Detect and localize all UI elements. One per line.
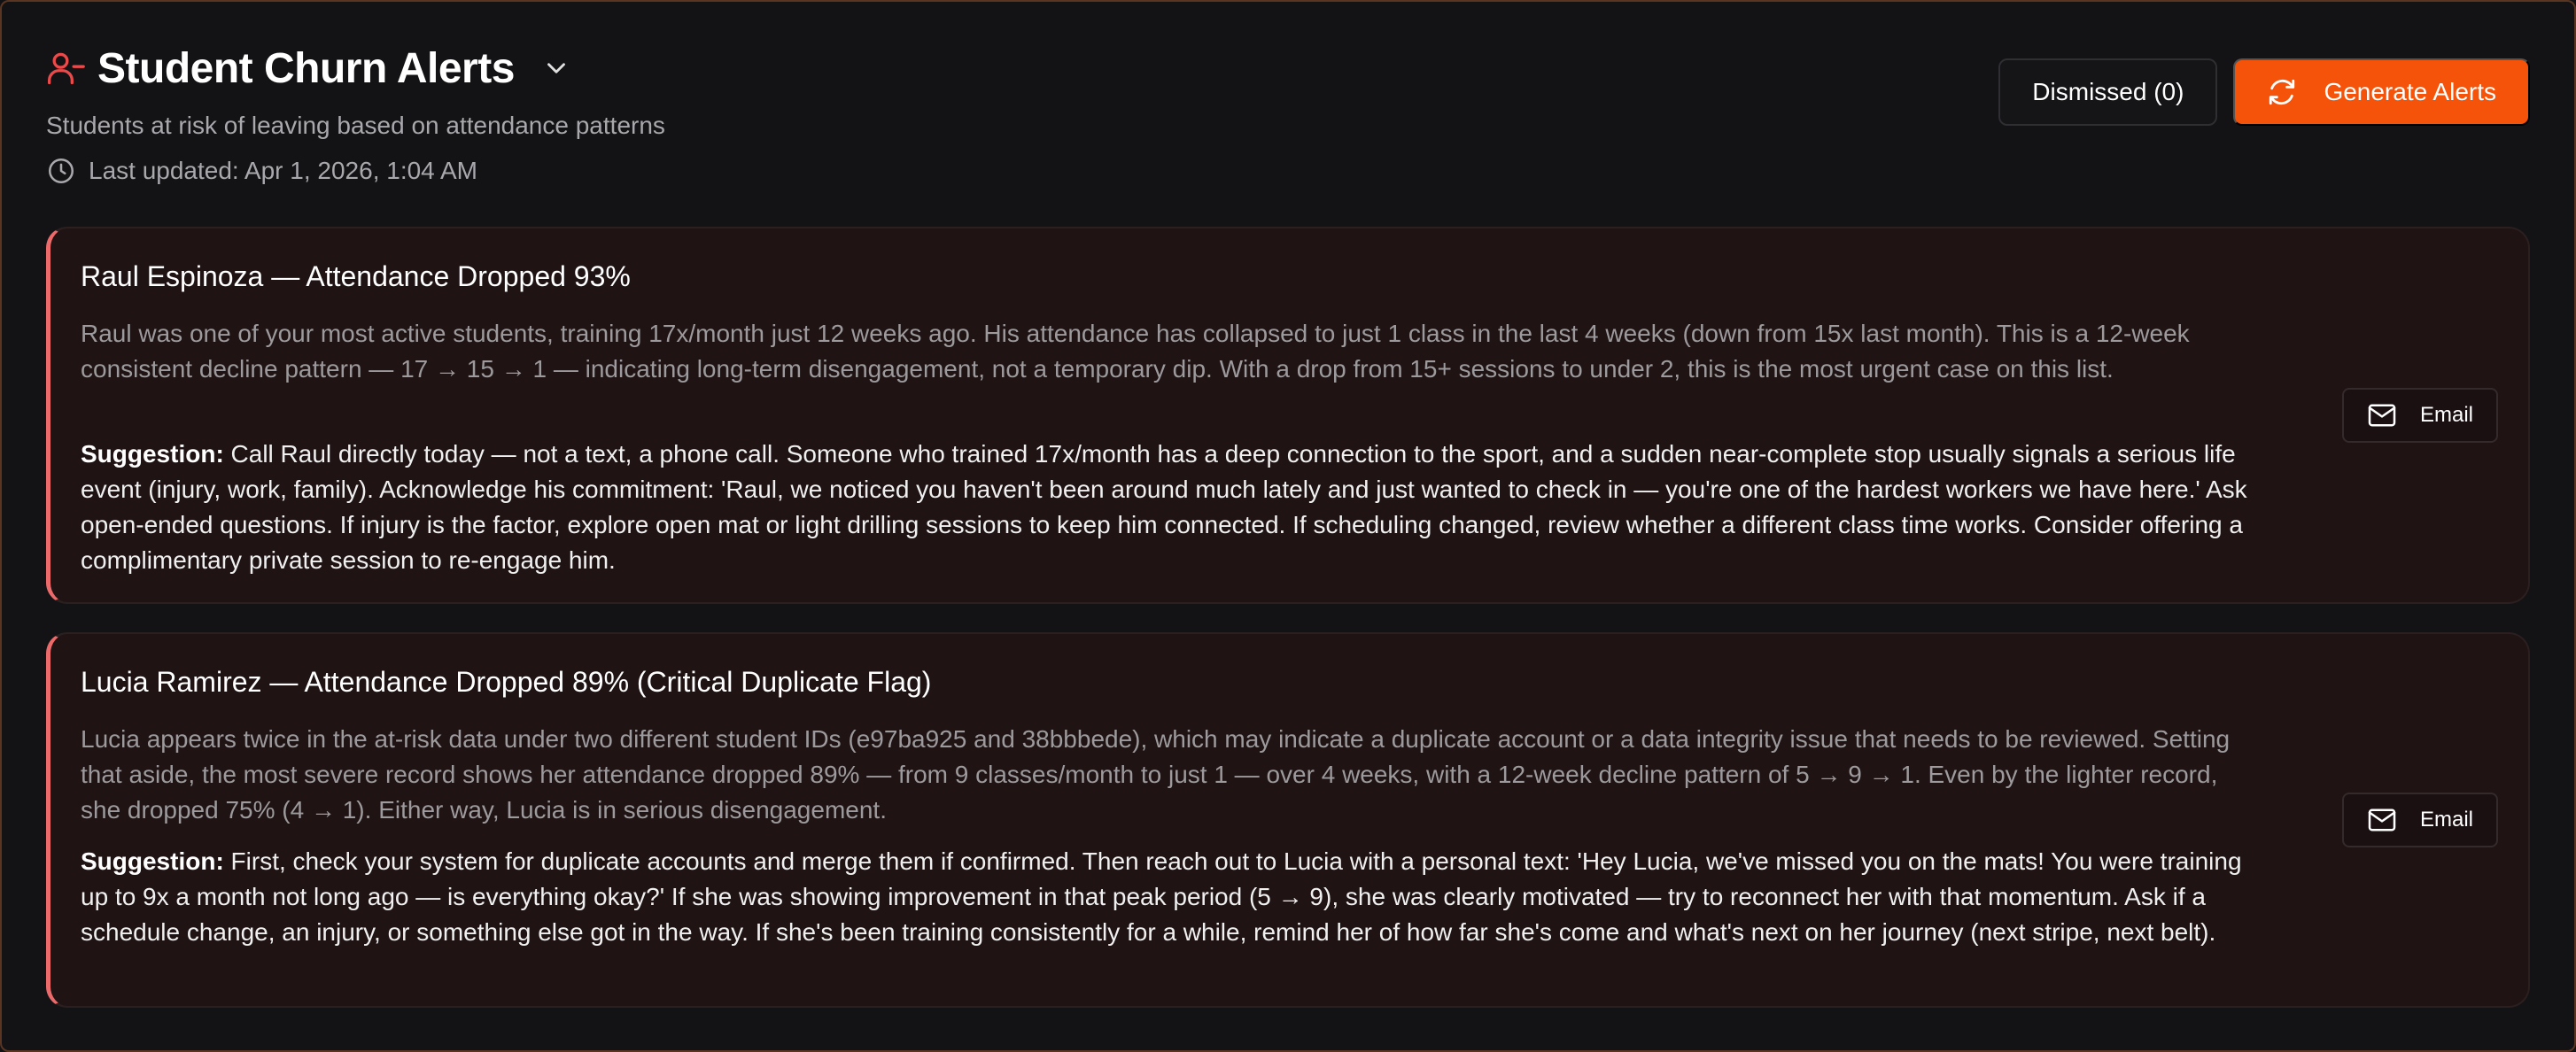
alert-description: Raul was one of your most active student… xyxy=(81,320,2190,383)
app-window: Student Churn Alerts Students at risk of… xyxy=(0,0,2576,1052)
alert-card: Lucia Ramirez — Attendance Dropped 89% (… xyxy=(46,632,2530,1008)
dismissed-button-label: Dismissed (0) xyxy=(2032,78,2184,105)
email-button-label: Email xyxy=(2419,403,2473,427)
mail-icon xyxy=(2367,403,2397,428)
header-actions: Dismissed (0) Generate Alerts xyxy=(1998,58,2530,126)
mail-icon xyxy=(2367,808,2397,832)
clock-icon xyxy=(46,156,76,186)
suggestion-text: First, check your system for duplicate a… xyxy=(81,847,2242,946)
generate-alerts-button[interactable]: Generate Alerts xyxy=(2233,58,2530,126)
email-button[interactable]: Email xyxy=(2342,793,2498,847)
alert-description: Lucia appears twice in the at-risk data … xyxy=(81,725,2231,824)
email-button[interactable]: Email xyxy=(2342,388,2498,443)
suggestion-label: Suggestion: xyxy=(81,440,224,468)
alert-suggestion: Suggestion: Call Raul directly today — n… xyxy=(81,437,2262,578)
alert-card: Raul Espinoza — Attendance Dropped 93% R… xyxy=(46,227,2530,604)
last-updated: Last updated: Apr 1, 2026, 1:04 AM xyxy=(46,156,2530,186)
user-minus-icon xyxy=(46,49,85,88)
generate-alerts-label: Generate Alerts xyxy=(2324,78,2496,105)
last-updated-text: Last updated: Apr 1, 2026, 1:04 AM xyxy=(89,157,477,184)
alert-title: Lucia Ramirez — Attendance Dropped 89% (… xyxy=(81,666,932,698)
alert-list: Raul Espinoza — Attendance Dropped 93% R… xyxy=(46,227,2530,1036)
suggestion-label: Suggestion: xyxy=(81,847,224,875)
page-title: Student Churn Alerts xyxy=(97,44,515,92)
suggestion-text: Call Raul directly today — not a text, a… xyxy=(81,440,2247,574)
refresh-icon xyxy=(2267,77,2297,107)
alert-suggestion: Suggestion: First, check your system for… xyxy=(81,844,2262,950)
chevron-down-icon[interactable] xyxy=(541,53,571,83)
alert-title: Raul Espinoza — Attendance Dropped 93% xyxy=(81,260,631,292)
email-button-label: Email xyxy=(2419,808,2473,832)
dismissed-button[interactable]: Dismissed (0) xyxy=(1998,58,2218,126)
